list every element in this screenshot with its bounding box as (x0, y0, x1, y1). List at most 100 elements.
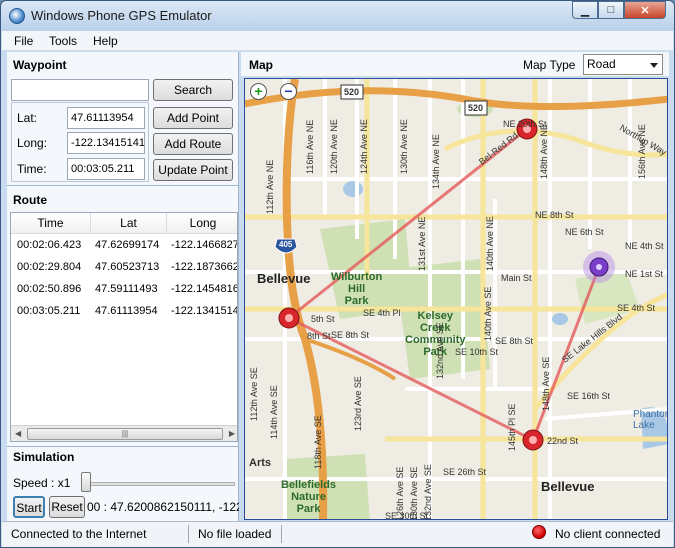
map-label: 132nd Ave SE (435, 322, 445, 379)
map-label: 124th Ave NE (359, 119, 369, 174)
map-label: SE 8th St (331, 330, 370, 340)
highway-ramp (304, 337, 397, 381)
map-label: 131st Ave NE (417, 216, 427, 271)
map-label: 520 (468, 103, 484, 113)
current-position-marker (583, 251, 615, 283)
chevron-down-icon (650, 63, 658, 68)
status-separator (281, 525, 282, 543)
menu-file[interactable]: File (14, 34, 33, 48)
route-table-header: Time Lat Long (11, 213, 237, 234)
map-view[interactable]: + − 520 520 405 Bellevue Bellevue Wilbur… (244, 78, 668, 520)
map-label: NE 1st St (625, 269, 664, 279)
map-label: 405 (279, 240, 293, 249)
map-label: 132nd Ave SE (423, 464, 433, 520)
pond-area (343, 181, 363, 197)
table-row[interactable]: 00:02:06.423 47.62699174 -122.14668276 (11, 235, 237, 257)
horizontal-scrollbar[interactable]: ◀ ||| ▶ (11, 425, 237, 441)
map-label: SE 4th St (617, 303, 656, 313)
route-table[interactable]: Time Lat Long 00:02:06.423 47.62699174 -… (10, 212, 238, 442)
row-lat: 47.60523713 (95, 261, 160, 273)
map-label: 156th Ave NE (637, 124, 647, 179)
map-label: Phantom Lake (633, 409, 667, 431)
map-label: NE 6th St (565, 227, 604, 237)
speed-slider-track[interactable] (85, 482, 235, 486)
lat-input[interactable]: 47.61113954 (67, 107, 145, 129)
table-row[interactable]: 00:02:29.804 47.60523713 -122.18736624 (11, 257, 238, 279)
scroll-left-icon[interactable]: ◀ (15, 429, 21, 438)
row-time: 00:02:29.804 (17, 261, 82, 273)
row-lat: 47.62699174 (95, 239, 160, 251)
table-row[interactable]: 00:03:05.211 47.61113954 -122.13415141 (11, 301, 237, 323)
map-label: 118th Ave SE (313, 415, 323, 469)
window-title: Windows Phone GPS Emulator (31, 8, 212, 23)
map-heading: Map (249, 58, 273, 72)
menu-tools[interactable]: Tools (49, 34, 77, 48)
position-readout: 00 : 47.6200862150111, -122 (87, 500, 239, 514)
column-header-time[interactable]: Time (11, 213, 91, 234)
map-label: NE 4th St (625, 241, 664, 251)
menu-bar: File Tools Help (2, 31, 673, 51)
map-label: Bellevue (541, 479, 595, 494)
add-point-button[interactable]: Add Point (153, 107, 233, 129)
waypoint-heading: Waypoint (13, 58, 67, 72)
reset-button[interactable]: Reset (49, 496, 85, 518)
table-row[interactable]: 00:02:50.896 47.59111493 -122.14548169 (11, 279, 238, 301)
add-route-button[interactable]: Add Route (153, 133, 233, 155)
update-point-button[interactable]: Update Point (153, 159, 233, 181)
speed-label: Speed : x1 (13, 476, 71, 490)
map-label: 140th Ave SE (483, 286, 493, 341)
zoom-in-button[interactable]: + (250, 83, 267, 100)
map-label: NE 8th St (535, 210, 574, 220)
map-label: 145th Pl SE (507, 403, 517, 451)
start-button[interactable]: Start (13, 496, 45, 518)
map-label: 520 (344, 87, 360, 97)
row-time: 00:02:50.896 (17, 283, 82, 295)
client-status: No client connected (555, 527, 661, 541)
close-button[interactable]: ✕ (624, 1, 666, 19)
status-separator (188, 525, 189, 543)
close-icon: ✕ (640, 4, 650, 17)
title-bar: Windows Phone GPS Emulator ▁ □ ✕ (1, 1, 674, 31)
map-type-label: Map Type (523, 58, 576, 72)
map-label: SE 4th Pl (363, 308, 401, 318)
row-long: -122.14548169 (171, 283, 238, 295)
red-dot-icon (532, 525, 546, 539)
menu-help[interactable]: Help (93, 34, 118, 48)
connection-status: Connected to the Internet (11, 527, 147, 541)
map-type-select[interactable]: Road (583, 54, 663, 75)
search-input[interactable] (11, 79, 149, 101)
time-input[interactable]: 00:03:05.211 (67, 158, 145, 180)
map-label: 22nd St (547, 436, 579, 446)
route-point-marker (522, 429, 544, 451)
highway-520 (245, 87, 667, 111)
column-header-lat[interactable]: Lat (91, 213, 167, 234)
map-label: 116th Ave NE (305, 119, 315, 174)
row-long: -122.18736624 (171, 261, 238, 273)
globe-app-icon (9, 8, 25, 24)
scrollbar-thumb[interactable]: ||| (27, 428, 223, 440)
column-header-long[interactable]: Long (167, 213, 237, 234)
row-lat: 47.61113954 (95, 305, 158, 317)
simulation-heading: Simulation (13, 450, 75, 464)
map-label: Main St (501, 273, 532, 283)
map-type-value: Road (587, 57, 616, 71)
maximize-icon: □ (607, 4, 615, 16)
map-header: Map Map Type Road (241, 52, 669, 76)
scroll-right-icon[interactable]: ▶ (229, 429, 235, 438)
long-input[interactable]: -122.13415141 (67, 132, 145, 154)
map-label: 112th Ave SE (249, 367, 259, 421)
minimize-button[interactable]: ▁ (572, 1, 598, 19)
zoom-out-button[interactable]: − (280, 83, 297, 100)
pond-area (552, 313, 568, 325)
maximize-button[interactable]: □ (598, 1, 624, 19)
map-label: 130th Ave SE (409, 466, 419, 520)
search-button[interactable]: Search (153, 79, 233, 101)
divider (7, 185, 239, 186)
file-status: No file loaded (198, 527, 272, 541)
map-label: 134th Ave NE (431, 134, 441, 189)
map-label: 5th St (311, 314, 335, 324)
speed-slider-thumb[interactable] (81, 472, 91, 492)
route-heading: Route (13, 193, 47, 207)
map-label: SE 30th St (385, 511, 429, 520)
map-label: 8th St (307, 331, 331, 341)
